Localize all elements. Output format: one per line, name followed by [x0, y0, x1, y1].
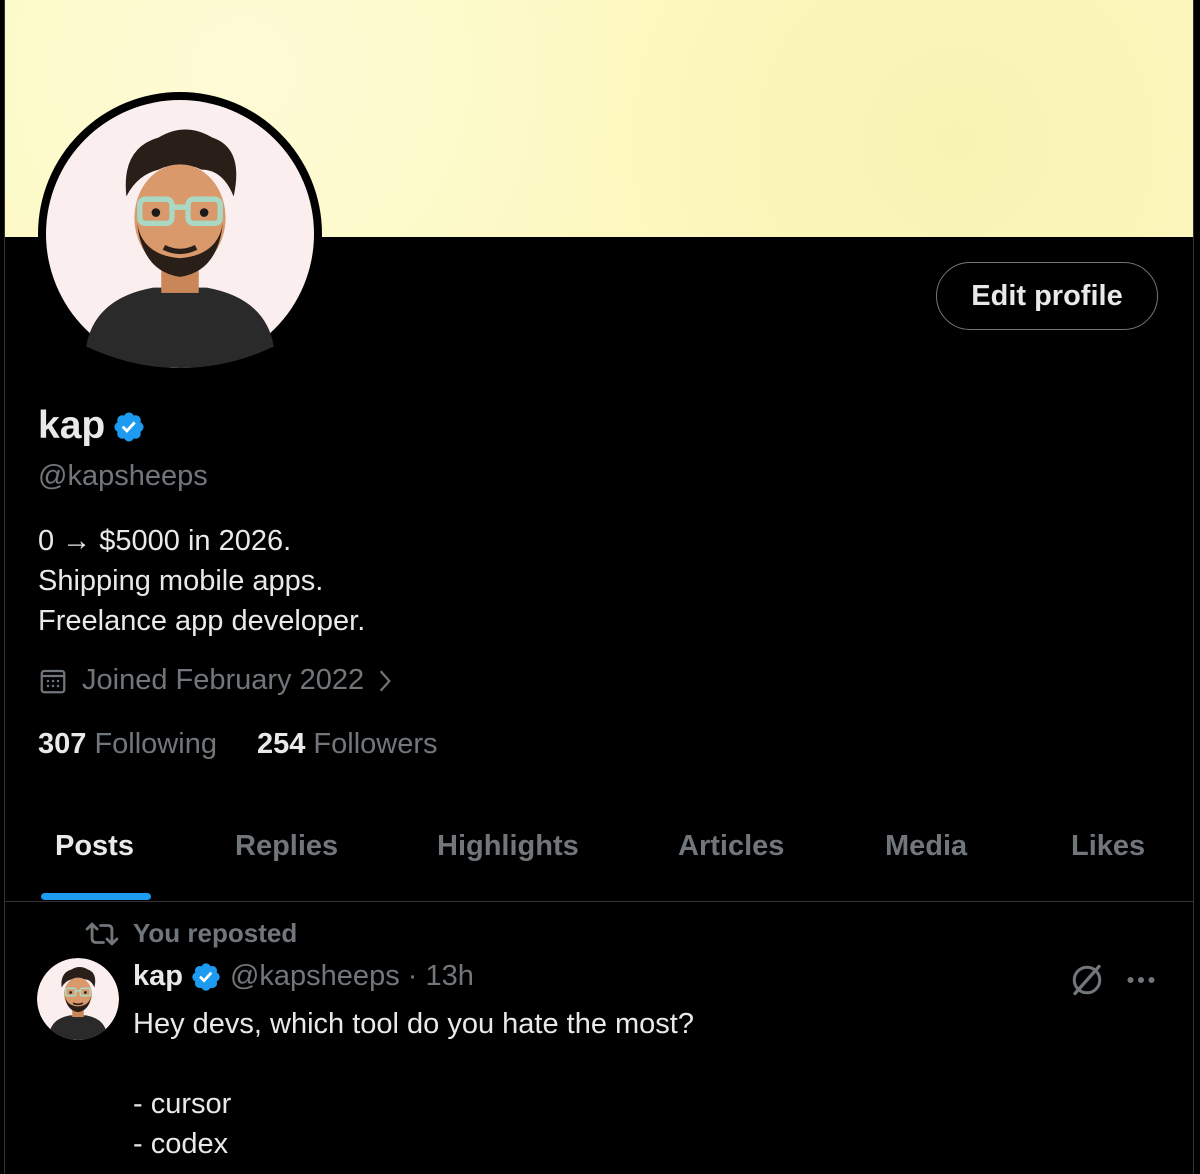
- tab-highlights[interactable]: Highlights: [437, 830, 579, 863]
- profile-page: Edit profile kap @kapsheeps 0 → $5000 in…: [4, 0, 1194, 1174]
- calendar-icon: [40, 669, 66, 693]
- tab-posts[interactable]: Posts: [55, 830, 134, 863]
- bio-line: Shipping mobile apps.: [38, 565, 324, 597]
- post-timestamp[interactable]: 13h: [425, 960, 473, 993]
- verified-badge-icon[interactable]: [112, 410, 146, 444]
- followers-count: 254: [256, 728, 306, 760]
- bio-line: Freelance app developer.: [38, 605, 366, 637]
- post-header: kap @kapsheeps · 13h: [133, 960, 474, 993]
- repost-icon: [85, 922, 119, 945]
- bio-line: 0 → $5000 in 2026.: [38, 525, 292, 557]
- edit-profile-button[interactable]: Edit profile: [936, 262, 1158, 330]
- tab-replies[interactable]: Replies: [235, 830, 338, 863]
- display-name-row: kap: [38, 404, 146, 448]
- chevron-right-icon: [379, 670, 391, 691]
- following-count: 307: [38, 728, 87, 760]
- display-name: kap: [38, 404, 106, 447]
- joined-date: Joined February 2022: [82, 664, 365, 696]
- followers-label: Followers: [313, 728, 438, 760]
- joined-date-row[interactable]: Joined February 2022: [38, 664, 396, 697]
- following-label: Following: [94, 728, 217, 760]
- post-avatar[interactable]: [37, 958, 119, 1040]
- profile-handle: @kapsheeps: [38, 460, 208, 492]
- post-text[interactable]: Hey devs, which tool do you hate the mos…: [133, 1004, 694, 1164]
- profile-avatar[interactable]: [38, 92, 322, 376]
- post-author-name[interactable]: kap: [133, 960, 183, 993]
- tab-media[interactable]: Media: [885, 830, 967, 863]
- followers-link[interactable]: 254 Followers: [257, 728, 438, 761]
- profile-tabs: Posts Replies Highlights Articles Media …: [5, 800, 1193, 902]
- following-link[interactable]: 307 Following: [38, 728, 217, 761]
- repost-label: You reposted: [133, 918, 298, 948]
- separator-dot: ·: [399, 960, 426, 992]
- tab-likes[interactable]: Likes: [1071, 830, 1145, 863]
- tab-articles[interactable]: Articles: [678, 830, 784, 863]
- grok-icon[interactable]: [1069, 962, 1105, 998]
- follow-stats: 307 Following 254 Followers: [38, 728, 478, 761]
- verified-badge-icon[interactable]: [190, 961, 222, 993]
- active-tab-indicator: [41, 893, 151, 900]
- more-icon[interactable]: [1123, 962, 1159, 998]
- repost-indicator[interactable]: You reposted: [85, 918, 297, 949]
- post-author-handle[interactable]: @kapsheeps: [230, 960, 400, 993]
- profile-bio: 0 → $5000 in 2026. Shipping mobile apps.…: [38, 521, 365, 641]
